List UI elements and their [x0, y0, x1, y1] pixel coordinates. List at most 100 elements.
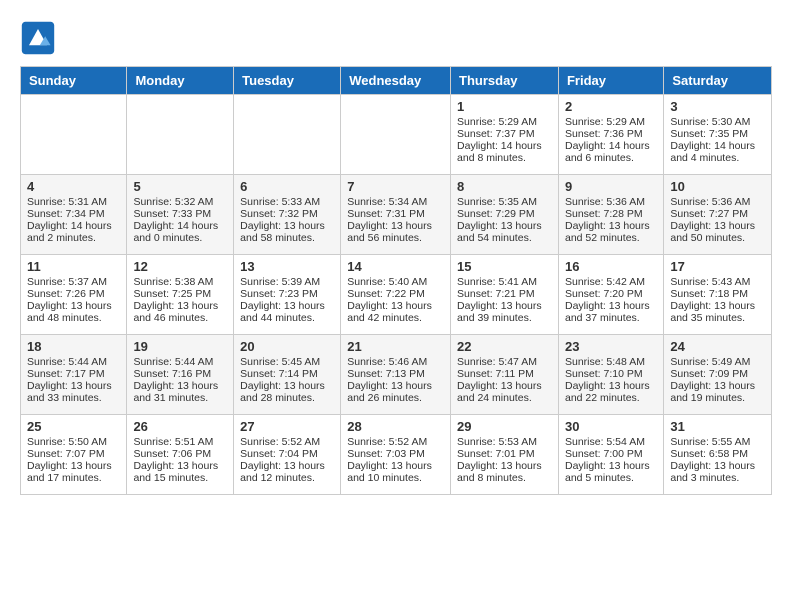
cell-text: and 48 minutes. — [27, 312, 120, 324]
cell-text: Daylight: 14 hours — [565, 140, 657, 152]
day-header-thursday: Thursday — [451, 67, 559, 95]
cell-text: Sunset: 7:25 PM — [133, 288, 227, 300]
cell-text: Sunrise: 5:29 AM — [565, 116, 657, 128]
cell-text: Sunrise: 5:37 AM — [27, 276, 120, 288]
day-header-sunday: Sunday — [21, 67, 127, 95]
cell-text: and 8 minutes. — [457, 472, 552, 484]
day-number: 7 — [347, 179, 444, 194]
day-number: 31 — [670, 419, 765, 434]
cell-text: Sunrise: 5:40 AM — [347, 276, 444, 288]
week-row-2: 4Sunrise: 5:31 AMSunset: 7:34 PMDaylight… — [21, 175, 772, 255]
cell-text: Sunrise: 5:49 AM — [670, 356, 765, 368]
cell-text: Daylight: 14 hours — [133, 220, 227, 232]
cell-text: Daylight: 13 hours — [133, 300, 227, 312]
day-number: 22 — [457, 339, 552, 354]
calendar-cell — [127, 95, 234, 175]
cell-text: Daylight: 13 hours — [565, 300, 657, 312]
cell-text: Sunset: 7:11 PM — [457, 368, 552, 380]
cell-text: Sunrise: 5:35 AM — [457, 196, 552, 208]
calendar-cell: 2Sunrise: 5:29 AMSunset: 7:36 PMDaylight… — [558, 95, 663, 175]
calendar-cell: 12 Sunrise: 5:38 AMSunset: 7:25 PMDayligh… — [127, 255, 234, 335]
cell-text: and 39 minutes. — [457, 312, 552, 324]
cell-text: Sunset: 7:37 PM — [457, 128, 552, 140]
calendar-cell: 13Sunrise: 5:39 AMSunset: 7:23 PMDayligh… — [234, 255, 341, 335]
cell-text: Sunset: 7:00 PM — [565, 448, 657, 460]
day-number: 6 — [240, 179, 334, 194]
cell-text: Sunset: 7:27 PM — [670, 208, 765, 220]
day-number: 26 — [133, 419, 227, 434]
day-number: 18 — [27, 339, 120, 354]
day-number: 25 — [27, 419, 120, 434]
cell-text: Daylight: 13 hours — [670, 380, 765, 392]
calendar-cell: 26Sunrise: 5:51 AMSunset: 7:06 PMDayligh… — [127, 415, 234, 495]
day-number: 12 — [133, 259, 227, 274]
cell-text: Sunrise: 5:32 AM — [133, 196, 227, 208]
day-number: 8 — [457, 179, 552, 194]
day-number: 15 — [457, 259, 552, 274]
cell-text: and 35 minutes. — [670, 312, 765, 324]
calendar-cell: 28Sunrise: 5:52 AMSunset: 7:03 PMDayligh… — [341, 415, 451, 495]
calendar-cell: 22Sunrise: 5:47 AMSunset: 7:11 PMDayligh… — [451, 335, 559, 415]
cell-text: Daylight: 13 hours — [133, 460, 227, 472]
cell-text: Sunset: 7:10 PM — [565, 368, 657, 380]
cell-text: Daylight: 13 hours — [457, 300, 552, 312]
calendar-cell: 7Sunrise: 5:34 AMSunset: 7:31 PMDaylight… — [341, 175, 451, 255]
days-header-row: SundayMondayTuesdayWednesdayThursdayFrid… — [21, 67, 772, 95]
cell-text: Sunset: 7:14 PM — [240, 368, 334, 380]
day-number: 10 — [670, 179, 765, 194]
day-number: 27 — [240, 419, 334, 434]
cell-text: Daylight: 14 hours — [670, 140, 765, 152]
cell-text: and 3 minutes. — [670, 472, 765, 484]
cell-text: Sunrise: 5:44 AM — [133, 356, 227, 368]
cell-text: Sunrise: 5:46 AM — [347, 356, 444, 368]
calendar-cell: 8Sunrise: 5:35 AMSunset: 7:29 PMDaylight… — [451, 175, 559, 255]
week-row-1: 1Sunrise: 5:29 AMSunset: 7:37 PMDaylight… — [21, 95, 772, 175]
cell-text: Daylight: 13 hours — [27, 380, 120, 392]
logo — [20, 20, 60, 56]
cell-text: Sunset: 7:29 PM — [457, 208, 552, 220]
calendar-table: SundayMondayTuesdayWednesdayThursdayFrid… — [20, 66, 772, 495]
cell-text: Daylight: 13 hours — [347, 220, 444, 232]
cell-text: Sunrise: 5:29 AM — [457, 116, 552, 128]
day-number: 16 — [565, 259, 657, 274]
cell-text: Sunset: 7:32 PM — [240, 208, 334, 220]
cell-text: and 44 minutes. — [240, 312, 334, 324]
day-number: 29 — [457, 419, 552, 434]
header — [20, 20, 772, 56]
calendar-cell: 16Sunrise: 5:42 AMSunset: 7:20 PMDayligh… — [558, 255, 663, 335]
day-number: 2 — [565, 99, 657, 114]
cell-text: and 52 minutes. — [565, 232, 657, 244]
cell-text: and 54 minutes. — [457, 232, 552, 244]
day-number: 23 — [565, 339, 657, 354]
day-number: 17 — [670, 259, 765, 274]
cell-text: Sunset: 7:35 PM — [670, 128, 765, 140]
cell-text: and 17 minutes. — [27, 472, 120, 484]
cell-text: Sunrise: 5:38 AM — [133, 276, 227, 288]
cell-text: Daylight: 13 hours — [27, 300, 120, 312]
cell-text: Sunrise: 5:31 AM — [27, 196, 120, 208]
cell-text: and 56 minutes. — [347, 232, 444, 244]
day-number: 19 — [133, 339, 227, 354]
day-number: 30 — [565, 419, 657, 434]
cell-text: Daylight: 14 hours — [457, 140, 552, 152]
day-number: 20 — [240, 339, 334, 354]
calendar-cell: 9Sunrise: 5:36 AMSunset: 7:28 PMDaylight… — [558, 175, 663, 255]
calendar-cell: 5Sunrise: 5:32 AMSunset: 7:33 PMDaylight… — [127, 175, 234, 255]
logo-icon — [20, 20, 56, 56]
cell-text: Daylight: 13 hours — [670, 220, 765, 232]
calendar-cell: 30Sunrise: 5:54 AMSunset: 7:00 PMDayligh… — [558, 415, 663, 495]
cell-text: Sunset: 6:58 PM — [670, 448, 765, 460]
calendar-cell: 23Sunrise: 5:48 AMSunset: 7:10 PMDayligh… — [558, 335, 663, 415]
cell-text: and 31 minutes. — [133, 392, 227, 404]
cell-text: Sunrise: 5:45 AM — [240, 356, 334, 368]
cell-text: Sunset: 7:20 PM — [565, 288, 657, 300]
day-header-friday: Friday — [558, 67, 663, 95]
calendar-cell: 20Sunrise: 5:45 AMSunset: 7:14 PMDayligh… — [234, 335, 341, 415]
day-header-tuesday: Tuesday — [234, 67, 341, 95]
cell-text: and 26 minutes. — [347, 392, 444, 404]
cell-text: Sunrise: 5:50 AM — [27, 436, 120, 448]
cell-text: Sunset: 7:21 PM — [457, 288, 552, 300]
calendar-cell: 21Sunrise: 5:46 AMSunset: 7:13 PMDayligh… — [341, 335, 451, 415]
cell-text: and 6 minutes. — [565, 152, 657, 164]
cell-text: Sunrise: 5:33 AM — [240, 196, 334, 208]
